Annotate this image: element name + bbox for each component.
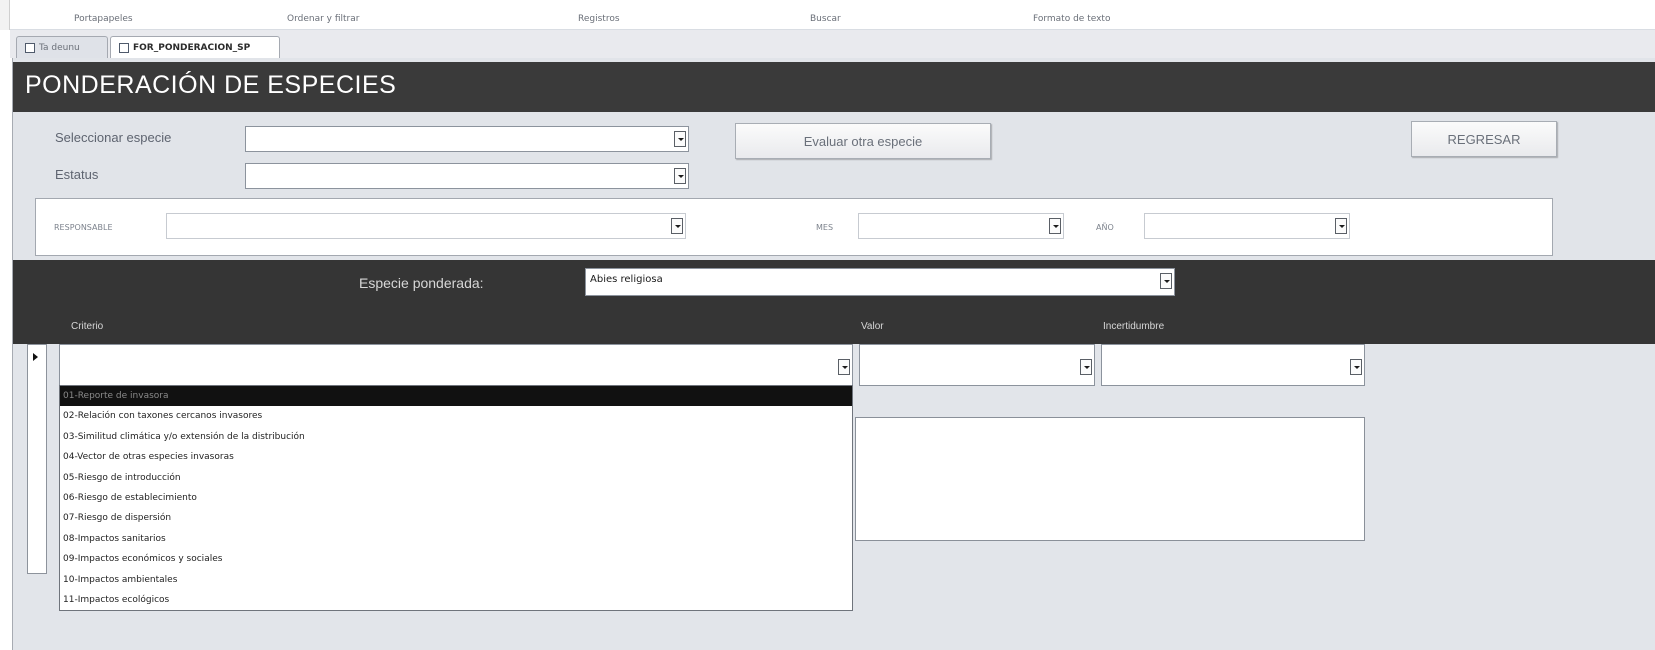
page-title: PONDERACIÓN DE ESPECIES bbox=[25, 71, 397, 99]
mes-combo[interactable] bbox=[858, 213, 1064, 239]
criterio-option[interactable]: 08-Impactos sanitarios bbox=[60, 529, 852, 549]
chevron-down-icon[interactable] bbox=[1350, 359, 1362, 375]
chevron-down-icon[interactable] bbox=[674, 168, 686, 184]
tab-inactive-document[interactable]: Ta deunu bbox=[16, 36, 108, 58]
form-header: PONDERACIÓN DE ESPECIES bbox=[13, 62, 1655, 112]
criterio-option[interactable]: 06-Riesgo de establecimiento bbox=[60, 488, 852, 508]
criterio-option[interactable]: 10-Impactos ambientales bbox=[60, 570, 852, 590]
criterio-combo[interactable] bbox=[59, 344, 853, 386]
chevron-down-icon[interactable] bbox=[838, 359, 850, 375]
tab-label: Ta deunu bbox=[39, 42, 80, 53]
seleccionar-especie-label: Seleccionar especie bbox=[55, 130, 172, 145]
access-window: Portapapeles Ordenar y filtrar Registros… bbox=[0, 0, 1655, 650]
ponderacion-form: PONDERACIÓN DE ESPECIES Seleccionar espe… bbox=[12, 58, 1655, 650]
especie-ponderada-value: Abies religiosa bbox=[590, 274, 663, 285]
anio-label: AÑO bbox=[1096, 223, 1114, 232]
criterio-option[interactable]: 09-Impactos económicos y sociales bbox=[60, 549, 852, 569]
chevron-down-icon[interactable] bbox=[1080, 359, 1092, 375]
criterio-option[interactable]: 11-Impactos ecológicos bbox=[60, 590, 852, 610]
especie-ponderada-panel: Especie ponderada: Abies religiosa Crite… bbox=[13, 260, 1655, 344]
seleccionar-especie-combo[interactable] bbox=[245, 126, 689, 152]
regresar-button[interactable]: REGRESAR bbox=[1411, 121, 1557, 157]
chevron-down-icon[interactable] bbox=[671, 218, 683, 234]
criterio-option[interactable]: 07-Riesgo de dispersión bbox=[60, 508, 852, 528]
especie-ponderada-combo[interactable]: Abies religiosa bbox=[585, 268, 1175, 296]
criterio-column-header: Criterio bbox=[71, 321, 104, 332]
especie-ponderada-label: Especie ponderada: bbox=[359, 275, 484, 291]
ribbon-group-text-format[interactable]: Formato de texto bbox=[1033, 14, 1110, 24]
form-icon bbox=[119, 42, 129, 53]
responsable-combo[interactable] bbox=[166, 213, 686, 239]
valor-combo[interactable] bbox=[859, 344, 1095, 386]
anio-combo[interactable] bbox=[1144, 213, 1350, 239]
criterio-option[interactable]: 03-Similitud climática y/o extensión de … bbox=[60, 427, 852, 447]
subform-footer bbox=[855, 542, 1655, 612]
criterio-option[interactable]: 05-Riesgo de introducción bbox=[60, 468, 852, 488]
incertidumbre-column-header: Incertidumbre bbox=[1103, 321, 1165, 332]
criterio-option[interactable]: 04-Vector de otras especies invasoras bbox=[60, 447, 852, 467]
tab-label: FOR_PONDERACION_SP bbox=[133, 42, 251, 53]
current-record-icon bbox=[33, 353, 38, 361]
ribbon-group-sort-filter[interactable]: Ordenar y filtrar bbox=[287, 14, 359, 24]
criterio-dropdown-list[interactable]: 01-Reporte de invasora 02-Relación con t… bbox=[59, 385, 853, 611]
form-icon bbox=[25, 42, 35, 53]
incertidumbre-combo[interactable] bbox=[1101, 344, 1365, 386]
responsable-label: RESPONSABLE bbox=[54, 223, 113, 232]
estatus-label: Estatus bbox=[55, 167, 99, 182]
chevron-down-icon[interactable] bbox=[1049, 218, 1061, 234]
estatus-combo[interactable] bbox=[245, 163, 689, 189]
evaluar-otra-especie-button[interactable]: Evaluar otra especie bbox=[735, 123, 991, 159]
document-tab-strip: Ta deunu FOR_PONDERACION_SP bbox=[10, 30, 1655, 58]
ribbon-group-find[interactable]: Buscar bbox=[810, 14, 841, 24]
chevron-down-icon[interactable] bbox=[1160, 273, 1172, 289]
criterio-option[interactable]: 01-Reporte de invasora bbox=[60, 386, 852, 407]
responsable-panel: RESPONSABLE MES AÑO bbox=[35, 198, 1553, 256]
chevron-down-icon[interactable] bbox=[1335, 218, 1347, 234]
criterio-option[interactable]: 02-Relación con taxones cercanos invasor… bbox=[60, 406, 852, 426]
ribbon-group-clipboard[interactable]: Portapapeles bbox=[74, 14, 133, 24]
mes-label: MES bbox=[816, 223, 834, 232]
ribbon-edge bbox=[0, 0, 10, 30]
chevron-down-icon[interactable] bbox=[674, 131, 686, 147]
justificacion-textbox[interactable] bbox=[855, 417, 1365, 541]
tab-for-ponderacion-sp[interactable]: FOR_PONDERACION_SP bbox=[110, 36, 280, 58]
ribbon-strip: Portapapeles Ordenar y filtrar Registros… bbox=[0, 0, 1655, 30]
ribbon-group-records[interactable]: Registros bbox=[578, 14, 620, 24]
record-selector[interactable] bbox=[27, 344, 47, 574]
valor-column-header: Valor bbox=[861, 321, 884, 332]
